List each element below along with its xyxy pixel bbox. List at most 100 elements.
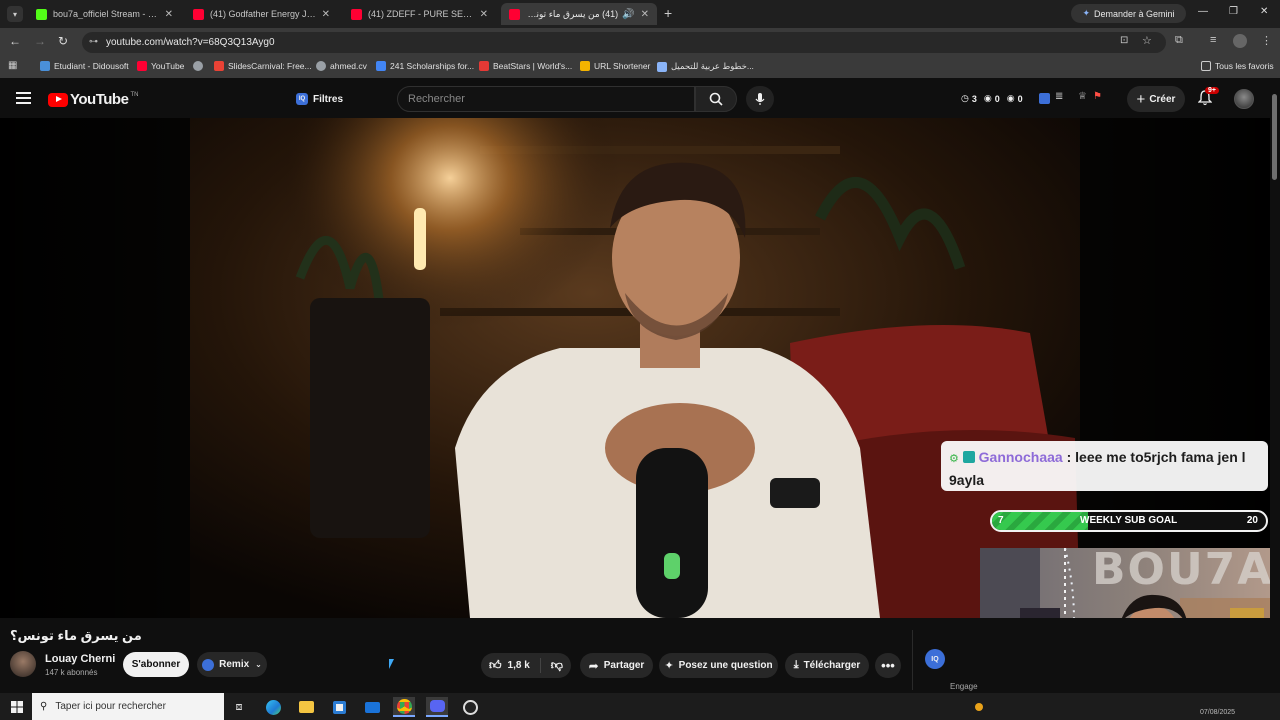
side-panel-divider	[912, 630, 913, 690]
goal-progress-fill	[992, 512, 1088, 530]
bookmark-item[interactable]: خطوط عربية للتحميل...	[657, 61, 754, 72]
youtube-favicon-icon	[193, 8, 204, 20]
subscriber-count: 147 k abonnés	[45, 668, 98, 677]
award-icon[interactable]: ♕	[1078, 91, 1087, 102]
bookmark-item[interactable]: 241 Scholarships for...	[376, 61, 474, 71]
all-bookmarks-button[interactable]: Tous les favoris	[1201, 61, 1274, 71]
store-icon[interactable]	[328, 697, 350, 717]
file-explorer-icon[interactable]	[295, 697, 317, 717]
search-input[interactable]: Rechercher	[397, 86, 695, 112]
dislike-button[interactable]: 👎︎	[541, 658, 563, 673]
like-button[interactable]: 👍︎ 1,8 k	[489, 658, 541, 673]
bookmark-item[interactable]: BeatStars | World's...	[479, 61, 572, 71]
gemini-icon: ✦	[1082, 8, 1090, 18]
reload-icon[interactable]: ↻	[58, 34, 68, 48]
new-tab-button[interactable]: +	[664, 5, 672, 21]
video-player[interactable]: ⚙ Gannochaaa : leee me to5rjch fama jen …	[0, 118, 1270, 618]
profile-avatar[interactable]	[1233, 34, 1247, 48]
alert-icon[interactable]: ⚑	[1093, 91, 1102, 102]
channel-avatar[interactable]	[10, 651, 36, 677]
browser-tab-4-active[interactable]: (41) من يسرق ماء تونس؟ - 🔊 ✕	[501, 3, 657, 25]
notifications-button[interactable]: 9+	[1197, 87, 1219, 111]
chat-separator: :	[1066, 449, 1072, 465]
browser-tab-1[interactable]: bou7a_officiel Stream - Watch Li ✕	[28, 3, 181, 25]
edge-icon[interactable]	[262, 697, 284, 717]
chrome-icon[interactable]	[393, 697, 415, 717]
sparkle-icon: ✦	[664, 660, 674, 672]
bookmark-label: SlidesCarnival: Free...	[228, 61, 312, 71]
share-arrow-icon: ➦	[588, 658, 599, 673]
bookmark-item[interactable]: SlidesCarnival: Free...	[214, 61, 312, 71]
subscribe-button[interactable]: S'abonner	[123, 652, 189, 677]
search-button[interactable]	[695, 86, 737, 112]
scrollbar-thumb[interactable]	[1272, 94, 1277, 180]
windows-start-icon[interactable]	[6, 697, 28, 717]
bookmark-label: URL Shortener	[594, 61, 651, 71]
install-app-icon[interactable]: ⊡	[1120, 35, 1128, 46]
tab-close-icon[interactable]: ✕	[641, 9, 649, 20]
restore-button[interactable]: ❐	[1229, 6, 1238, 17]
back-arrow-icon[interactable]: ←	[9, 34, 21, 48]
bookmark-item[interactable]: YouTube	[137, 61, 184, 71]
discord-icon[interactable]	[426, 697, 448, 717]
more-dots-icon: •••	[881, 658, 895, 673]
task-view-icon[interactable]: ⧈	[228, 697, 250, 717]
obs-icon[interactable]	[459, 697, 481, 717]
folder-icon	[580, 61, 590, 71]
site-info-icon[interactable]: ⊶	[89, 36, 98, 47]
youtube-logo[interactable]: YouTube TN	[48, 91, 138, 108]
more-actions-button[interactable]: •••	[875, 653, 901, 678]
engage-label: Engage	[950, 682, 978, 691]
bookmark-star-icon[interactable]: ☆	[1142, 34, 1152, 47]
filters-button[interactable]: IQ Filtres	[289, 88, 350, 110]
remix-label: Remix	[219, 659, 250, 670]
bookmark-label: BeatStars | World's...	[493, 61, 573, 71]
tab-close-icon[interactable]: ✕	[480, 9, 488, 20]
extensions-icon[interactable]: ⧉	[1175, 34, 1183, 47]
address-bar[interactable]: ⊶ youtube.com/watch?v=68Q3Q13Ayg0 ⊡ ☆	[82, 32, 1166, 53]
stat-count: 0	[1017, 93, 1023, 104]
bookmark-item[interactable]: Etudiant - Didousoft	[40, 61, 129, 71]
hamburger-menu-icon[interactable]	[16, 92, 31, 104]
iq-extension-icon[interactable]	[1039, 93, 1050, 104]
tab-close-icon[interactable]: ✕	[322, 9, 330, 20]
iq-side-button[interactable]: IQ	[925, 649, 945, 669]
mail-icon[interactable]	[361, 697, 383, 717]
thumbs-down-icon: 👎︎	[550, 658, 563, 672]
forward-arrow-icon[interactable]: →	[34, 34, 46, 48]
gemini-button[interactable]: ✦ Demander à Gemini	[1071, 4, 1186, 23]
close-window-button[interactable]: ✕	[1260, 6, 1268, 17]
browser-tab-3[interactable]: (41) ZDEFF - PURE SESSION (Lo ✕	[343, 3, 496, 25]
bookmark-label: 241 Scholarships for...	[390, 61, 475, 71]
tab-close-icon[interactable]: ✕	[165, 9, 173, 20]
browser-tab-2[interactable]: (41) Godfather Energy Jazz | Old ✕	[185, 3, 338, 25]
windows-taskbar: ⚲ Taper ici pour rechercher ⧈ 07/08/2025	[0, 693, 1280, 720]
voice-search-button[interactable]	[746, 86, 774, 112]
apps-grid-icon[interactable]: ▦	[8, 60, 17, 71]
beatstars-favicon-icon	[479, 61, 489, 71]
page-scrollbar[interactable]	[1270, 80, 1280, 693]
bookmark-item[interactable]	[193, 61, 207, 71]
youtube-favicon-icon	[137, 61, 147, 71]
share-button[interactable]: ➦ Partager	[580, 653, 653, 678]
kick-favicon-icon	[36, 8, 47, 20]
video-frame	[0, 118, 1270, 618]
ask-question-button[interactable]: ✦ Posez une question	[659, 653, 778, 678]
remix-button[interactable]: Remix ⌄	[197, 652, 267, 677]
bookmark-item[interactable]: ahmed.cv	[316, 61, 367, 71]
speaker-icon[interactable]: 🔊	[622, 9, 634, 20]
create-button[interactable]: + Créer	[1127, 86, 1185, 112]
globe-icon	[316, 61, 326, 71]
channel-name[interactable]: Louay Cherni	[45, 653, 115, 665]
eye-icon: ◉	[1006, 93, 1015, 103]
download-button[interactable]: ⤓ Télécharger	[785, 653, 869, 678]
taskbar-search-input[interactable]: ⚲ Taper ici pour rechercher	[32, 693, 224, 720]
minimize-button[interactable]: —	[1198, 6, 1208, 17]
browser-menu-icon[interactable]: ⋮	[1261, 34, 1272, 47]
queue-icon[interactable]: ≣	[1055, 91, 1063, 102]
bookmark-item[interactable]: URL Shortener	[580, 61, 650, 71]
account-avatar[interactable]	[1234, 89, 1254, 109]
tab-search-icon[interactable]: ▾	[7, 6, 23, 22]
youtube-favicon-icon	[351, 8, 362, 20]
media-controls-icon[interactable]: ≡	[1210, 34, 1216, 46]
